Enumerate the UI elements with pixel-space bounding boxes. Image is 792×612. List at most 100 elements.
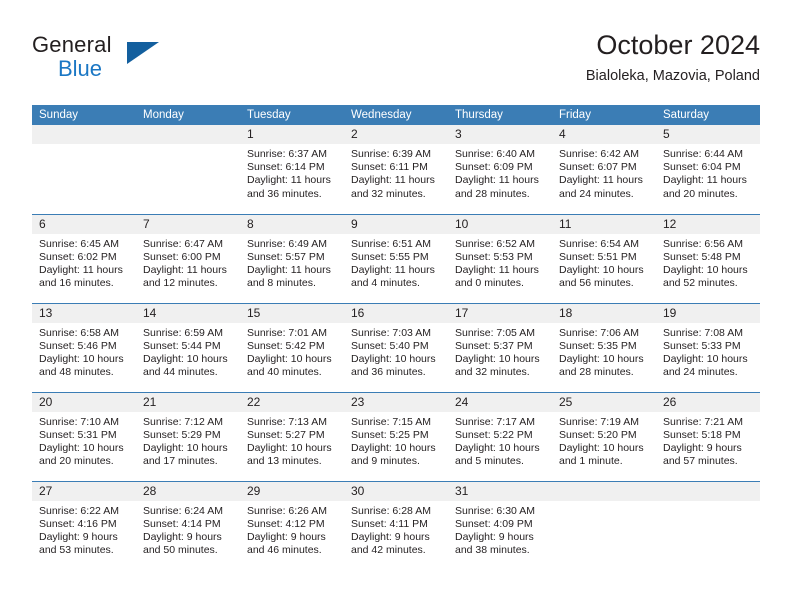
calendar-day-cell[interactable]: 18 Sunrise: 7:06 AM Sunset: 5:35 PM Dayligh… bbox=[552, 302, 656, 392]
calendar-day-cell[interactable]: 12 Sunrise: 6:56 AM Sunset: 5:48 PM Dayligh… bbox=[656, 213, 760, 303]
daylight-text-line1: Daylight: 10 hours bbox=[351, 441, 436, 454]
calendar-cell-empty bbox=[656, 480, 760, 570]
day-number: 15 bbox=[240, 303, 344, 323]
calendar-day-cell[interactable]: 1 Sunrise: 6:37 AM Sunset: 6:14 PM Daylight… bbox=[240, 125, 344, 214]
day-number: 31 bbox=[448, 481, 552, 501]
calendar-day-cell[interactable]: 24 Sunrise: 7:17 AM Sunset: 5:22 PM Dayligh… bbox=[448, 391, 552, 481]
daylight-text-line1: Daylight: 9 hours bbox=[39, 530, 118, 543]
sunset-text: Sunset: 5:53 PM bbox=[455, 250, 533, 263]
sunset-text: Sunset: 5:55 PM bbox=[351, 250, 429, 263]
calendar-day-cell[interactable]: 25 Sunrise: 7:19 AM Sunset: 5:20 PM Dayligh… bbox=[552, 391, 656, 481]
calendar-day-cell[interactable]: 19 Sunrise: 7:08 AM Sunset: 5:33 PM Dayligh… bbox=[656, 302, 760, 392]
daylight-text-line2: and 36 minutes. bbox=[247, 187, 322, 200]
calendar-day-cell[interactable]: 14 Sunrise: 6:59 AM Sunset: 5:44 PM Dayligh… bbox=[136, 302, 240, 392]
daylight-text-line1: Daylight: 10 hours bbox=[559, 352, 644, 365]
calendar-day-cell[interactable]: 2 Sunrise: 6:39 AM Sunset: 6:11 PM Daylight… bbox=[344, 125, 448, 214]
day-details: Sunrise: 7:08 AM Sunset: 5:33 PM Daylight:… bbox=[656, 323, 760, 380]
sunset-text: Sunset: 5:51 PM bbox=[559, 250, 637, 263]
daylight-text-line2: and 50 minutes. bbox=[143, 544, 218, 557]
daylight-text-line1: Daylight: 10 hours bbox=[143, 352, 228, 365]
calendar-day-cell[interactable]: 30 Sunrise: 6:28 AM Sunset: 4:11 PM Dayligh… bbox=[344, 480, 448, 570]
daylight-text-line1: Daylight: 10 hours bbox=[559, 441, 644, 454]
daylight-text-line2: and 36 minutes. bbox=[351, 366, 426, 379]
calendar-day-cell[interactable]: 5 Sunrise: 6:44 AM Sunset: 6:04 PM Daylight… bbox=[656, 125, 760, 214]
day-details: Sunrise: 6:28 AM Sunset: 4:11 PM Daylight:… bbox=[344, 501, 448, 558]
calendar-day-cell[interactable]: 22 Sunrise: 7:13 AM Sunset: 5:27 PM Dayligh… bbox=[240, 391, 344, 481]
daylight-text-line1: Daylight: 11 hours bbox=[559, 174, 643, 187]
sunrise-text: Sunrise: 6:54 AM bbox=[559, 237, 639, 250]
sunset-text: Sunset: 5:33 PM bbox=[663, 339, 741, 352]
calendar-day-cell[interactable]: 23 Sunrise: 7:15 AM Sunset: 5:25 PM Dayligh… bbox=[344, 391, 448, 481]
calendar-day-cell[interactable]: 8 Sunrise: 6:49 AM Sunset: 5:57 PM Daylight… bbox=[240, 213, 344, 303]
day-number: 18 bbox=[552, 303, 656, 323]
calendar-day-cell[interactable]: 21 Sunrise: 7:12 AM Sunset: 5:29 PM Dayligh… bbox=[136, 391, 240, 481]
daylight-text-line2: and 16 minutes. bbox=[39, 277, 114, 290]
calendar-day-cell[interactable]: 26 Sunrise: 7:21 AM Sunset: 5:18 PM Dayligh… bbox=[656, 391, 760, 481]
sunset-text: Sunset: 4:09 PM bbox=[455, 517, 533, 530]
day-details: Sunrise: 7:15 AM Sunset: 5:25 PM Daylight:… bbox=[344, 412, 448, 469]
calendar-day-cell[interactable]: 20 Sunrise: 7:10 AM Sunset: 5:31 PM Dayligh… bbox=[32, 391, 136, 481]
day-number: 3 bbox=[448, 125, 552, 144]
calendar-cell-empty bbox=[32, 125, 136, 214]
daylight-text-line1: Daylight: 10 hours bbox=[39, 441, 124, 454]
day-number bbox=[656, 481, 760, 501]
sunset-text: Sunset: 6:04 PM bbox=[663, 161, 741, 174]
day-details: Sunrise: 7:21 AM Sunset: 5:18 PM Daylight:… bbox=[656, 412, 760, 469]
calendar-day-cell[interactable]: 27 Sunrise: 6:22 AM Sunset: 4:16 PM Dayligh… bbox=[32, 480, 136, 570]
day-details: Sunrise: 7:13 AM Sunset: 5:27 PM Daylight:… bbox=[240, 412, 344, 469]
calendar-day-cell[interactable]: 3 Sunrise: 6:40 AM Sunset: 6:09 PM Daylight… bbox=[448, 125, 552, 214]
daylight-text-line2: and 48 minutes. bbox=[39, 366, 114, 379]
sunset-text: Sunset: 5:57 PM bbox=[247, 250, 325, 263]
day-number: 12 bbox=[656, 214, 760, 234]
calendar-day-cell[interactable]: 4 Sunrise: 6:42 AM Sunset: 6:07 PM Daylight… bbox=[552, 125, 656, 214]
day-details: Sunrise: 7:05 AM Sunset: 5:37 PM Daylight:… bbox=[448, 323, 552, 380]
weekday-header-monday: Monday bbox=[136, 105, 240, 125]
day-details: Sunrise: 6:56 AM Sunset: 5:48 PM Daylight:… bbox=[656, 234, 760, 291]
day-details: Sunrise: 6:45 AM Sunset: 6:02 PM Daylight:… bbox=[32, 234, 136, 291]
day-number: 16 bbox=[344, 303, 448, 323]
calendar-day-cell[interactable]: 15 Sunrise: 7:01 AM Sunset: 5:42 PM Dayligh… bbox=[240, 302, 344, 392]
sunset-text: Sunset: 5:27 PM bbox=[247, 428, 325, 441]
sunset-text: Sunset: 5:25 PM bbox=[351, 428, 429, 441]
calendar-week-row: 27 Sunrise: 6:22 AM Sunset: 4:16 PM Dayligh… bbox=[32, 480, 760, 570]
day-number: 20 bbox=[32, 392, 136, 412]
daylight-text-line2: and 42 minutes. bbox=[351, 544, 426, 557]
sunrise-text: Sunrise: 6:44 AM bbox=[663, 148, 743, 160]
calendar-day-cell[interactable]: 16 Sunrise: 7:03 AM Sunset: 5:40 PM Dayligh… bbox=[344, 302, 448, 392]
calendar-day-cell[interactable]: 7 Sunrise: 6:47 AM Sunset: 6:00 PM Daylight… bbox=[136, 213, 240, 303]
daylight-text-line1: Daylight: 10 hours bbox=[663, 263, 748, 276]
sunrise-text: Sunrise: 7:19 AM bbox=[559, 415, 639, 428]
daylight-text-line2: and 44 minutes. bbox=[143, 366, 218, 379]
calendar-day-cell[interactable]: 17 Sunrise: 7:05 AM Sunset: 5:37 PM Dayligh… bbox=[448, 302, 552, 392]
day-details: Sunrise: 6:47 AM Sunset: 6:00 PM Daylight:… bbox=[136, 234, 240, 291]
calendar-day-cell[interactable]: 9 Sunrise: 6:51 AM Sunset: 5:55 PM Daylight… bbox=[344, 213, 448, 303]
calendar-day-cell[interactable]: 29 Sunrise: 6:26 AM Sunset: 4:12 PM Dayligh… bbox=[240, 480, 344, 570]
sunset-text: Sunset: 5:40 PM bbox=[351, 339, 429, 352]
calendar-day-cell[interactable]: 6 Sunrise: 6:45 AM Sunset: 6:02 PM Daylight… bbox=[32, 213, 136, 303]
sunset-text: Sunset: 5:46 PM bbox=[39, 339, 117, 352]
day-details: Sunrise: 6:39 AM Sunset: 6:11 PM Daylight:… bbox=[344, 144, 448, 201]
sunset-text: Sunset: 5:22 PM bbox=[455, 428, 533, 441]
day-details: Sunrise: 6:58 AM Sunset: 5:46 PM Daylight:… bbox=[32, 323, 136, 380]
sunrise-text: Sunrise: 7:12 AM bbox=[143, 415, 223, 428]
calendar-header-row: Sunday Monday Tuesday Wednesday Thursday… bbox=[32, 105, 760, 125]
weekday-header-saturday: Saturday bbox=[656, 105, 760, 125]
sunset-text: Sunset: 5:44 PM bbox=[143, 339, 221, 352]
sunset-text: Sunset: 5:37 PM bbox=[455, 339, 533, 352]
day-number: 21 bbox=[136, 392, 240, 412]
sunset-text: Sunset: 5:31 PM bbox=[39, 428, 117, 441]
calendar-day-cell[interactable]: 31 Sunrise: 6:30 AM Sunset: 4:09 PM Dayligh… bbox=[448, 480, 552, 570]
sunset-text: Sunset: 6:14 PM bbox=[247, 161, 325, 174]
sunrise-text: Sunrise: 6:26 AM bbox=[247, 504, 327, 517]
daylight-text-line2: and 57 minutes. bbox=[663, 455, 738, 468]
day-details: Sunrise: 6:26 AM Sunset: 4:12 PM Daylight:… bbox=[240, 501, 344, 558]
daylight-text-line1: Daylight: 9 hours bbox=[455, 530, 534, 543]
calendar-day-cell[interactable]: 28 Sunrise: 6:24 AM Sunset: 4:14 PM Dayligh… bbox=[136, 480, 240, 570]
daylight-text-line2: and 24 minutes. bbox=[663, 366, 738, 379]
calendar-day-cell[interactable]: 10 Sunrise: 6:52 AM Sunset: 5:53 PM Dayligh… bbox=[448, 213, 552, 303]
calendar-day-cell[interactable]: 11 Sunrise: 6:54 AM Sunset: 5:51 PM Dayligh… bbox=[552, 213, 656, 303]
day-details: Sunrise: 7:17 AM Sunset: 5:22 PM Daylight:… bbox=[448, 412, 552, 469]
sunrise-text: Sunrise: 6:40 AM bbox=[455, 148, 535, 160]
calendar-day-cell[interactable]: 13 Sunrise: 6:58 AM Sunset: 5:46 PM Dayligh… bbox=[32, 302, 136, 392]
day-details: Sunrise: 6:22 AM Sunset: 4:16 PM Daylight:… bbox=[32, 501, 136, 558]
